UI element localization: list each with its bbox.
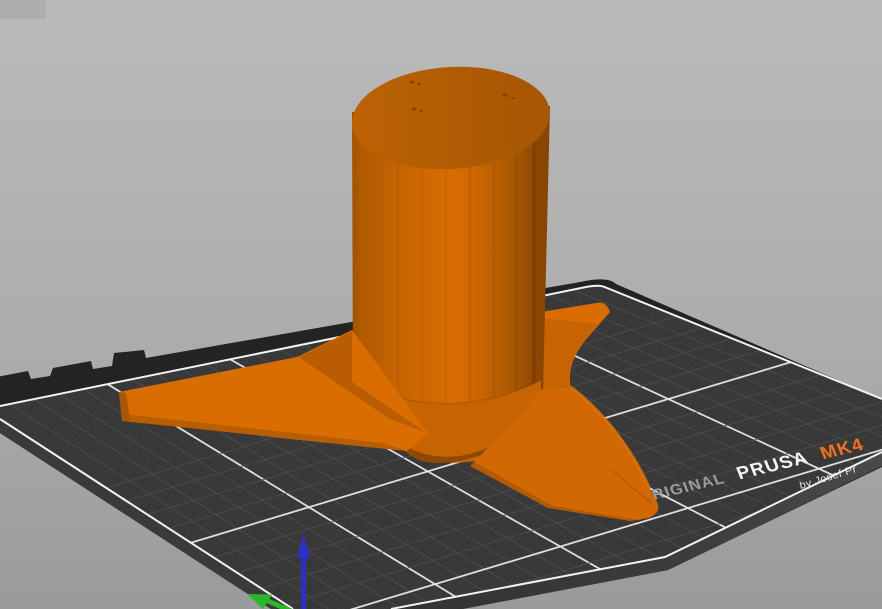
scene-canvas[interactable]: ORIGINAL PRUSA MK4 by Josef Pr: [0, 0, 882, 609]
viewport-3d[interactable]: ORIGINAL PRUSA MK4 by Josef Pr: [0, 0, 882, 609]
corner-patch: [0, 0, 46, 19]
